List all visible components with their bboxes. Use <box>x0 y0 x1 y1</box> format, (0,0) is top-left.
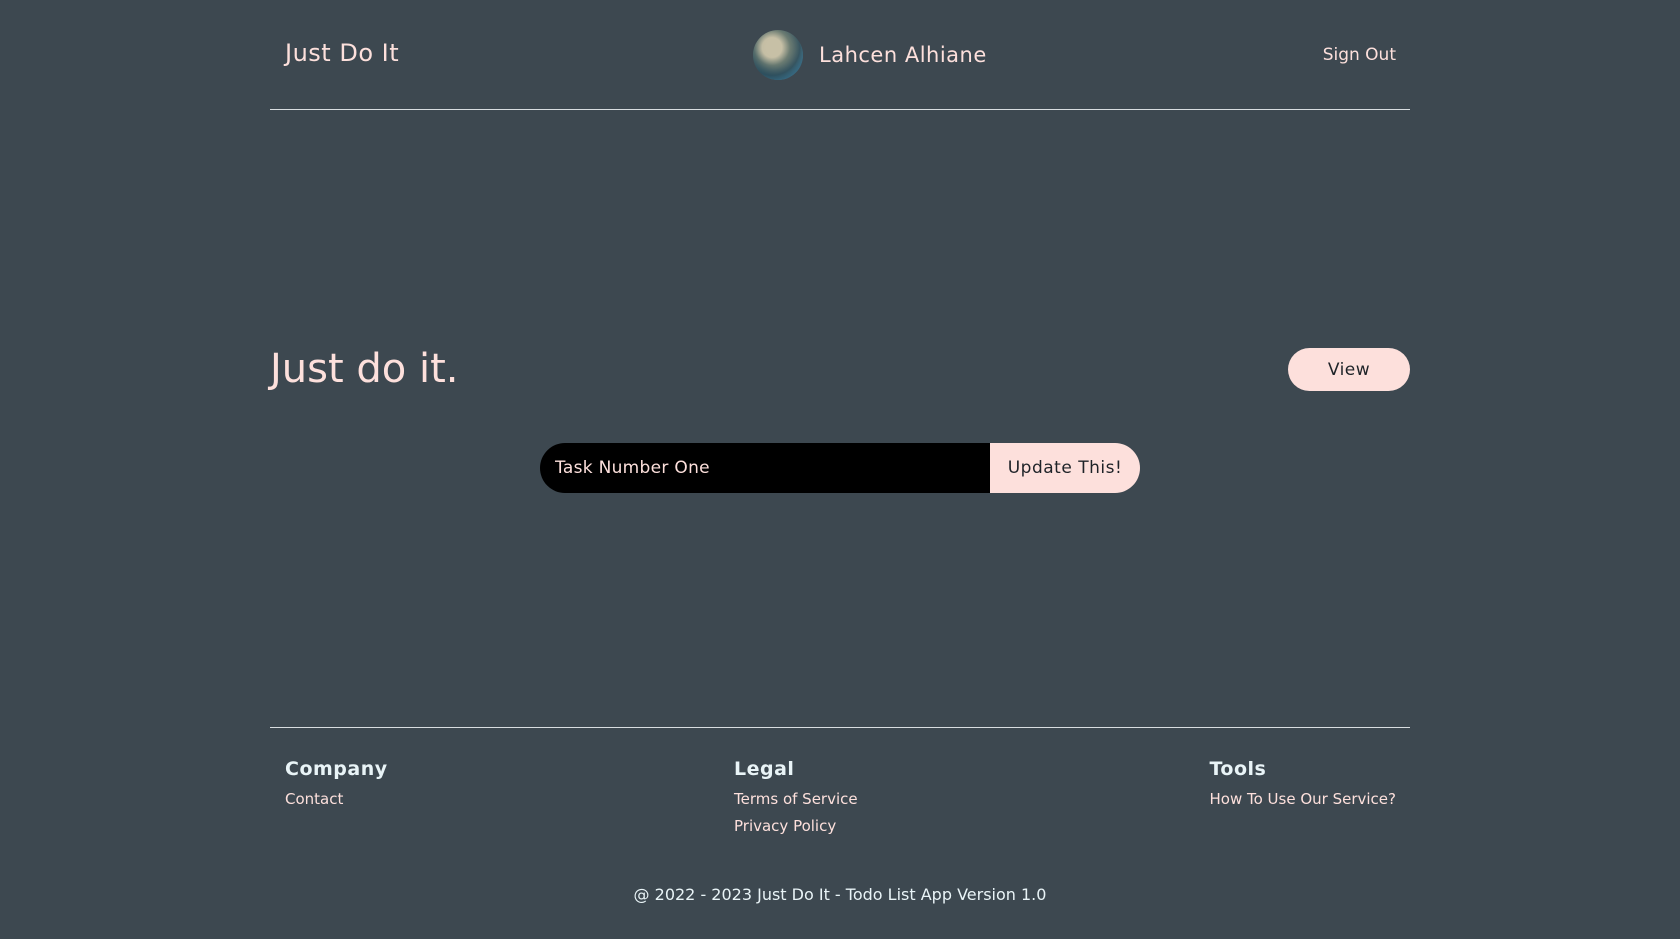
footer-column-tools: Tools How To Use Our Service? <box>1210 758 1397 817</box>
task-input[interactable] <box>540 443 990 493</box>
sign-out-link[interactable]: Sign Out <box>1323 45 1396 65</box>
footer-links: Terms of Service Privacy Policy <box>734 790 858 835</box>
footer-links: How To Use Our Service? <box>1210 790 1397 808</box>
footer-column-title: Company <box>285 758 388 780</box>
footer-column-title: Tools <box>1209 758 1267 780</box>
footer-link-how-to[interactable]: How To Use Our Service? <box>1210 790 1397 808</box>
main-content: Just do it. View Update This! <box>270 110 1410 727</box>
site-footer: Company Contact Legal Terms of Service P… <box>270 727 1410 939</box>
footer-link-terms[interactable]: Terms of Service <box>734 790 858 808</box>
brand-logo-text[interactable]: Just Do It <box>285 39 399 67</box>
footer-link-contact[interactable]: Contact <box>285 790 388 808</box>
footer-link-privacy[interactable]: Privacy Policy <box>734 817 858 835</box>
update-task-button[interactable]: Update This! <box>990 443 1140 493</box>
footer-column-company: Company Contact <box>285 758 388 817</box>
avatar[interactable] <box>753 30 803 80</box>
footer-column-legal: Legal Terms of Service Privacy Policy <box>734 758 858 844</box>
footer-links: Contact <box>285 790 388 808</box>
user-profile[interactable]: Lahcen Alhiane <box>753 30 987 80</box>
footer-column-title: Legal <box>734 758 795 780</box>
user-name: Lahcen Alhiane <box>819 43 987 67</box>
view-button[interactable]: View <box>1288 348 1410 391</box>
copyright-text: @ 2022 - 2023 Just Do It - Todo List App… <box>633 885 1047 904</box>
site-header: Just Do It Lahcen Alhiane Sign Out <box>270 0 1410 110</box>
task-update-form: Update This! <box>540 443 1140 493</box>
page-heading: Just do it. <box>270 346 459 392</box>
